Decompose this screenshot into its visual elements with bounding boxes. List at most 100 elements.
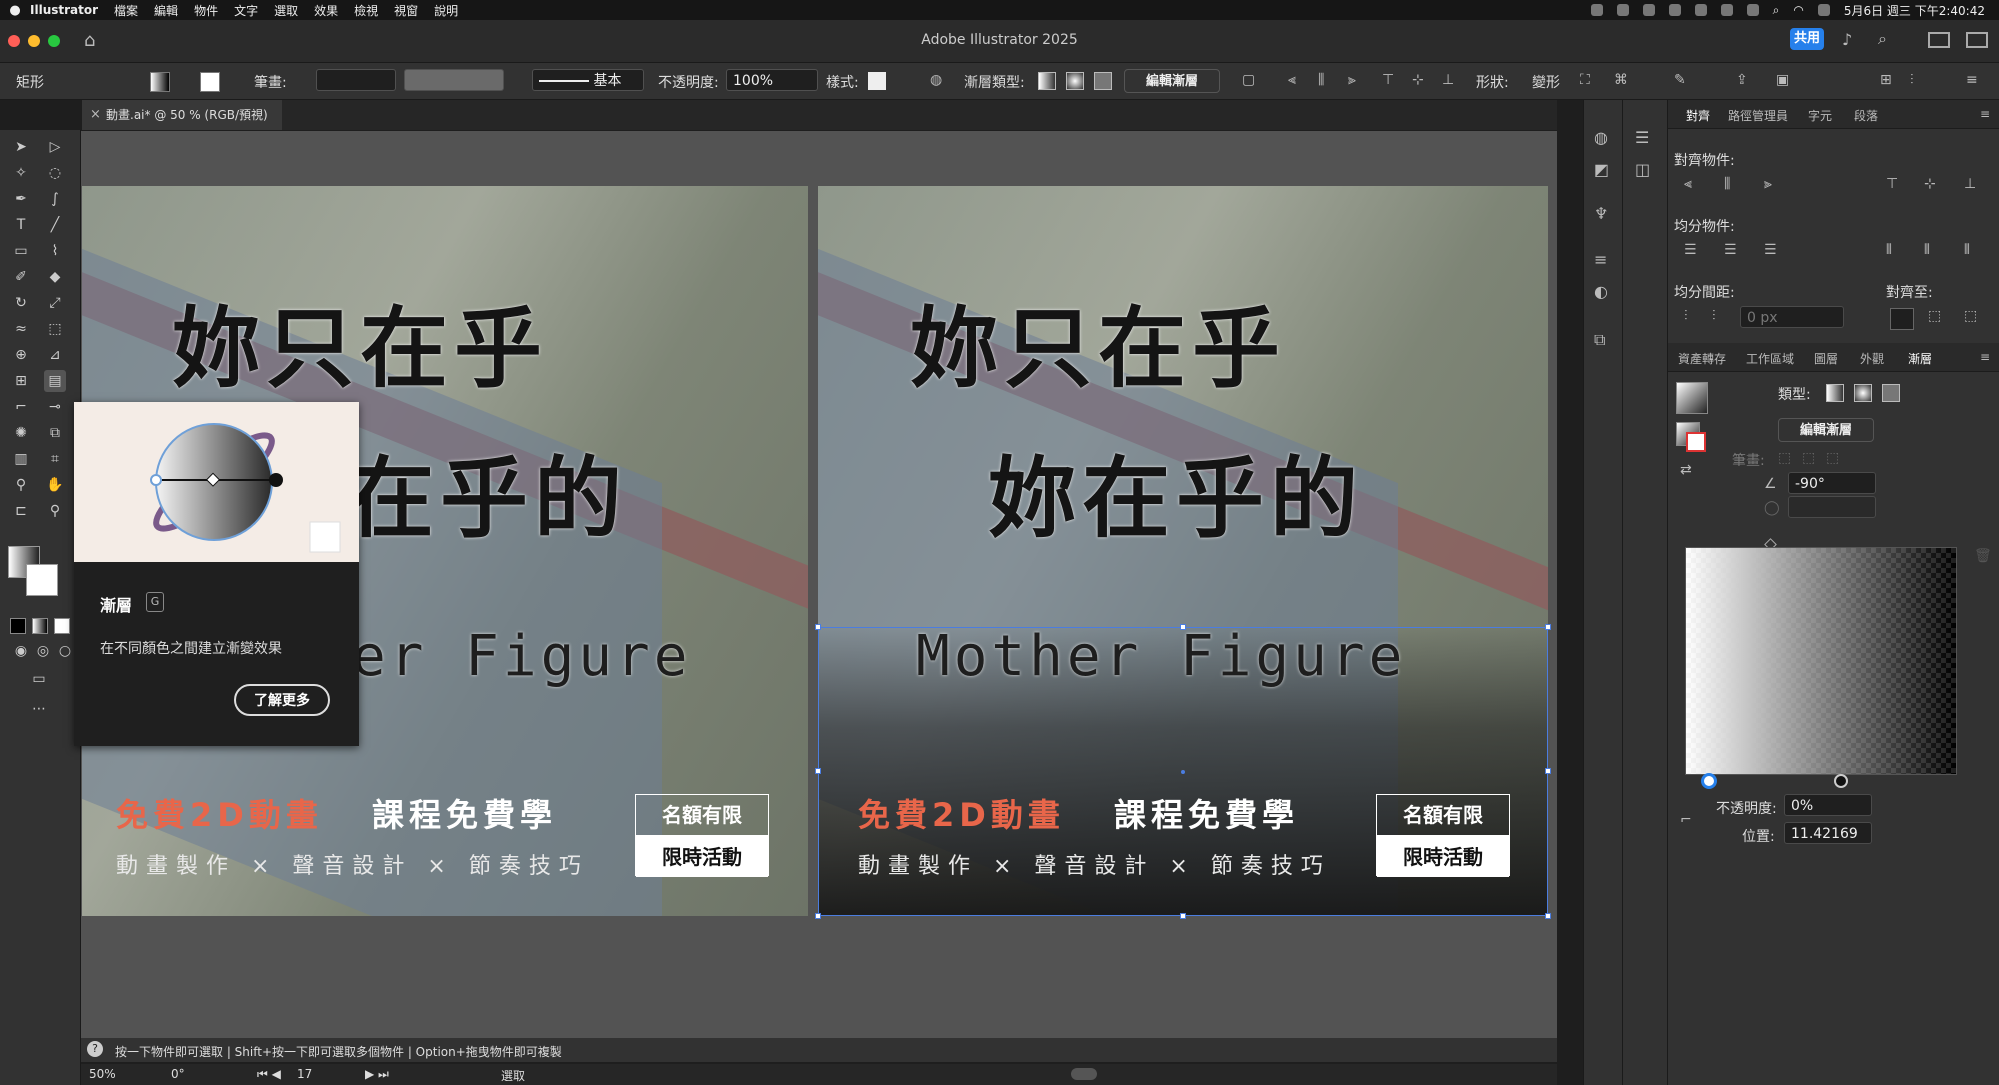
tab-character[interactable]: 字元 (1808, 107, 1832, 124)
status-icon[interactable] (1642, 4, 1655, 16)
tab-appearance[interactable]: 外觀 (1860, 350, 1884, 367)
gradient-slider-preview[interactable] (1685, 547, 1957, 775)
graphic-style-swatch[interactable] (868, 72, 886, 90)
hand-tool-icon[interactable]: ✋ (44, 474, 66, 496)
aspect-ratio-field[interactable] (1788, 496, 1876, 518)
wifi-icon[interactable]: ◠ (1793, 3, 1803, 17)
warp-icon[interactable]: ⌘ (1614, 72, 1628, 88)
transparency-icon[interactable]: ◐ (1594, 282, 1608, 301)
reverse-gradient-icon[interactable]: ⇄ (1680, 462, 1692, 478)
align-bottom-icon[interactable]: ⊥ (1442, 72, 1454, 88)
print-tiling-tool-icon[interactable]: ⊏ (10, 500, 32, 522)
transform-link[interactable]: 變形 (1532, 72, 1560, 92)
vertical-spacing-icon[interactable]: ⫶ (1684, 308, 1688, 324)
align-center-icon[interactable]: ⫼ (1724, 176, 1730, 192)
shape-builder-tool-icon[interactable]: ⊕ (10, 344, 32, 366)
menubar-clock[interactable]: 5月6日 週三 下午2:40:42 (1844, 2, 1985, 19)
fill-swatch[interactable] (150, 72, 170, 92)
isolate-icon[interactable]: ⛶ (1580, 72, 1590, 88)
resize-handle[interactable] (1545, 624, 1551, 630)
rotate-tool-icon[interactable]: ↻ (10, 292, 32, 314)
line-tool-icon[interactable]: ╱ (44, 214, 66, 236)
panel-toggle-icon[interactable] (1966, 32, 1988, 48)
menu-object[interactable]: 物件 (194, 2, 218, 19)
stop-location-field[interactable]: 11.42169 (1784, 822, 1872, 844)
help-icon[interactable]: ? (87, 1041, 103, 1057)
rotation-value[interactable]: 0° (171, 1067, 185, 1081)
image-trace-icon[interactable]: ▣ (1776, 72, 1789, 88)
magic-wand-tool-icon[interactable]: ✧ (10, 162, 32, 184)
eyedropper-tool-icon[interactable]: ⌐ (10, 396, 32, 418)
recolor-icon[interactable]: ◍ (930, 72, 942, 88)
resize-handle[interactable] (1545, 768, 1551, 774)
document-tab[interactable]: × 動畫.ai* @ 50 % (RGB/預視) (82, 100, 282, 130)
radial-gradient-icon[interactable] (1854, 384, 1872, 402)
panel-menu-icon[interactable]: ≡ (1980, 107, 1990, 121)
linear-gradient-icon[interactable] (1826, 384, 1844, 402)
gradient-preview-swatch[interactable] (1676, 382, 1708, 414)
tab-paragraph[interactable]: 段落 (1854, 107, 1878, 124)
stroke-across-icon[interactable]: ⬚ (1826, 450, 1839, 466)
angle-field[interactable]: -90° (1788, 472, 1876, 494)
distribute-left-icon[interactable]: ⫴ (1886, 242, 1892, 258)
width-tool-icon[interactable]: ≈ (10, 318, 32, 340)
menu-icon[interactable]: ≡ (1966, 72, 1978, 88)
pen-tool-icon[interactable]: ✒ (10, 188, 32, 210)
adjustments-icon[interactable]: ☰ (1635, 128, 1649, 147)
stroke-weight-field[interactable] (316, 69, 396, 91)
edit-gradient-button[interactable]: 編輯漸層 (1778, 418, 1874, 442)
edit-gradient-button[interactable]: 編輯漸層 (1124, 69, 1220, 93)
stroke-swatch[interactable] (200, 72, 220, 92)
libraries-icon[interactable]: ◍ (1594, 128, 1608, 147)
menu-app[interactable]: Illustrator (30, 3, 98, 17)
align-top-icon[interactable]: ⊤ (1886, 176, 1898, 192)
arrange-icon[interactable]: ⊞ (1880, 72, 1892, 88)
horizontal-spacing-icon[interactable]: ⫶ (1712, 308, 1716, 324)
stroke-within-icon[interactable]: ⬚ (1778, 450, 1791, 466)
search-icon[interactable]: ⌕ (1878, 29, 1887, 49)
apple-icon[interactable]: ● (0, 3, 30, 18)
horizontal-scrollbar[interactable] (1071, 1068, 1097, 1080)
tab-asset-export[interactable]: 資產轉存 (1678, 350, 1726, 367)
edit-path-icon[interactable]: ✎ (1674, 72, 1686, 88)
radial-gradient-icon[interactable] (1066, 72, 1084, 90)
distribute-right-icon[interactable]: ⫴ (1964, 242, 1970, 258)
stroke-along-icon[interactable]: ⬚ (1802, 450, 1815, 466)
menu-help[interactable]: 說明 (434, 2, 458, 19)
screen-mode-icon[interactable]: ▭ (28, 668, 50, 690)
align-top-icon[interactable]: ⊤ (1382, 72, 1394, 88)
learn-more-button[interactable]: 了解更多 (234, 684, 330, 716)
direct-selection-tool-icon[interactable]: ▷ (44, 136, 66, 158)
graph-tool-icon[interactable]: ▥ (10, 448, 32, 470)
status-icon[interactable] (1616, 4, 1629, 16)
artboard-next-icon[interactable]: ▶ ⏭ (365, 1067, 389, 1082)
freeform-gradient-icon[interactable] (1094, 72, 1112, 90)
freeform-gradient-icon[interactable] (1882, 384, 1900, 402)
export-icon[interactable]: ⇪ (1736, 72, 1748, 88)
eyedropper-icon[interactable]: ⌐ (1680, 812, 1692, 828)
color-mode-icon[interactable] (10, 618, 26, 634)
artboard-icon[interactable]: ▢ (1242, 72, 1255, 88)
status-icon[interactable] (1590, 4, 1603, 16)
share-button[interactable]: 共用 (1790, 28, 1824, 50)
selection-tool-icon[interactable]: ➤ (10, 136, 32, 158)
workspace-icon[interactable] (1928, 32, 1950, 48)
brushes-icon[interactable]: ♆ (1594, 204, 1608, 223)
panel-menu-icon[interactable]: ≡ (1980, 350, 1990, 364)
align-center-icon[interactable]: ⫼ (1318, 72, 1324, 88)
close-tab-icon[interactable]: × (90, 100, 101, 130)
stop-opacity-field[interactable]: 0% (1784, 794, 1872, 816)
gradient-stop-white[interactable] (1701, 773, 1717, 789)
resize-handle[interactable] (1545, 913, 1551, 919)
align-panel-icon[interactable]: ⫶ (1910, 72, 1914, 88)
blend-tool-icon[interactable]: ⊸ (44, 396, 66, 418)
linear-gradient-icon[interactable] (1038, 72, 1056, 90)
artboard-nav-icon[interactable]: ⏮ ◀ (257, 1067, 281, 1082)
align-left-icon[interactable]: ⫷ (1684, 176, 1692, 192)
bell-icon[interactable]: ♪ (1842, 30, 1852, 49)
opacity-field[interactable]: 100% (726, 69, 818, 91)
variable-width-field[interactable] (404, 69, 504, 91)
menu-select[interactable]: 選取 (274, 2, 298, 19)
artboard-tool-icon[interactable]: ⧉ (44, 422, 66, 444)
lasso-tool-icon[interactable]: ◌ (44, 162, 66, 184)
